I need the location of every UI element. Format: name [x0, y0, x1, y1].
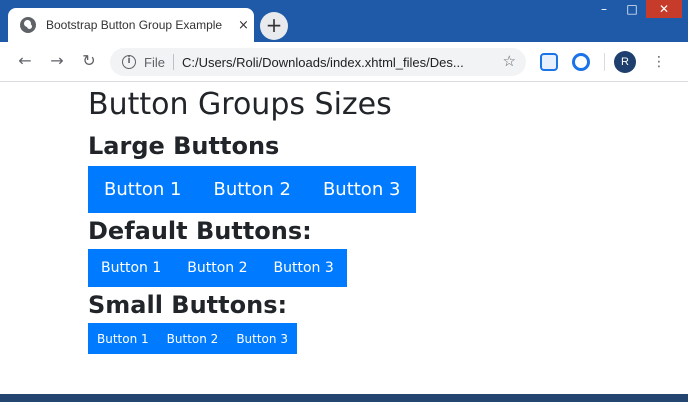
back-arrow-icon[interactable]: ← [14, 50, 36, 72]
small-button-group: Button 1 Button 2 Button 3 [88, 323, 297, 354]
page-title: Button Groups Sizes [88, 87, 392, 122]
forward-arrow-icon[interactable]: → [46, 50, 68, 72]
url-text[interactable]: C:/Users/Roli/Downloads/index.xhtml_file… [182, 55, 492, 70]
new-tab-button[interactable]: + [260, 12, 288, 40]
profile-avatar[interactable]: R [614, 51, 636, 73]
default-button-1[interactable]: Button 1 [88, 249, 175, 287]
large-button-group: Button 1 Button 2 Button 3 [88, 166, 417, 213]
file-label: File [144, 54, 165, 70]
default-buttons-heading: Default Buttons: [88, 217, 312, 245]
omnibox-separator [172, 54, 174, 70]
large-button-2[interactable]: Button 2 [197, 166, 307, 213]
toolbar-separator [604, 53, 605, 71]
large-buttons-heading: Large Buttons [88, 132, 280, 160]
info-icon[interactable]: i [122, 55, 136, 69]
tab-title: Bootstrap Button Group Example [46, 18, 223, 32]
minimize-button[interactable]: – [590, 0, 618, 18]
bookmark-star-icon[interactable]: ☆ [503, 52, 516, 70]
small-button-1[interactable]: Button 1 [88, 323, 158, 354]
page-content: Button Groups Sizes Large Buttons Button… [0, 83, 688, 394]
window-controls: – □ ✕ [590, 0, 682, 18]
container: Button Groups Sizes Large Buttons Button… [88, 83, 417, 354]
default-button-3[interactable]: Button 3 [260, 249, 347, 287]
taskbar-edge [0, 394, 688, 402]
small-buttons-heading: Small Buttons: [88, 291, 288, 319]
grammar-extension-icon[interactable] [572, 53, 590, 71]
maximize-button[interactable]: □ [618, 0, 646, 18]
browser-window: Bootstrap Button Group Example × + – □ ✕… [0, 0, 688, 394]
default-button-group: Button 1 Button 2 Button 3 [88, 249, 347, 287]
address-bar[interactable]: i File C:/Users/Roli/Downloads/index.xht… [110, 48, 526, 76]
globe-icon [20, 17, 36, 33]
default-button-2[interactable]: Button 2 [174, 249, 261, 287]
browser-tab[interactable]: Bootstrap Button Group Example × [8, 8, 254, 42]
reload-icon[interactable]: ↻ [78, 50, 100, 72]
browser-toolbar: ← → ↻ i File C:/Users/Roli/Downloads/ind… [0, 42, 688, 82]
tab-close-button[interactable]: × [238, 18, 249, 33]
extension-icon[interactable] [540, 53, 558, 71]
small-button-3[interactable]: Button 3 [227, 323, 297, 354]
large-button-3[interactable]: Button 3 [306, 166, 417, 213]
large-button-1[interactable]: Button 1 [88, 166, 198, 213]
small-button-2[interactable]: Button 2 [157, 323, 228, 354]
title-bar: Bootstrap Button Group Example × + – □ ✕ [0, 0, 688, 42]
close-window-button[interactable]: ✕ [646, 0, 682, 18]
menu-dots-icon[interactable]: ⋮ [652, 51, 666, 73]
